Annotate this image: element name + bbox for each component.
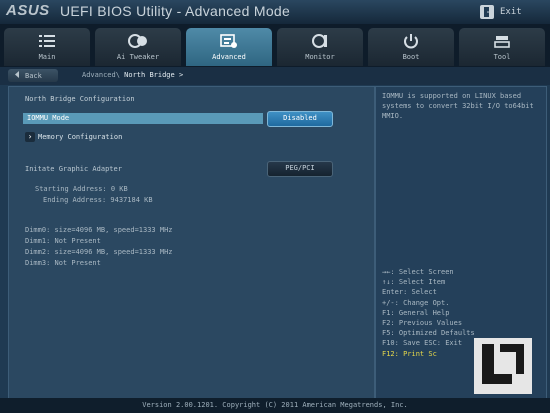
exit-label: Exit — [500, 6, 522, 17]
key-hint-print-screen: F12: Print Sc — [382, 349, 437, 358]
graphic-adapter-label: Initate Graphic Adapter — [25, 165, 122, 173]
chevron-right-icon: › — [25, 132, 35, 142]
advanced-icon — [220, 34, 237, 48]
exit-door-icon — [480, 4, 494, 19]
dimm-info: Dimm0: size=4096 MB, speed=1333 MHz — [25, 226, 173, 234]
breadcrumb-bar: Back Advanced\ North Bridge > — [0, 67, 550, 85]
settings-panel: North Bridge Configuration IOMMU Mode Di… — [8, 86, 375, 399]
asus-logo: ASUS — [6, 2, 50, 19]
back-label: Back — [25, 71, 42, 80]
key-hint: Enter: Select — [382, 288, 437, 297]
back-arrow-icon — [14, 71, 21, 80]
tab-advanced[interactable]: Advanced — [186, 28, 272, 66]
section-title: North Bridge Configuration — [25, 95, 135, 103]
tab-boot-label: Boot — [402, 53, 420, 61]
starting-address: Starting Address: 0 KB — [35, 185, 128, 193]
tab-tool[interactable]: Tool — [459, 28, 545, 66]
dimm-info: Dimm1: Not Present — [25, 237, 101, 245]
dimm-info: Dimm3: Not Present — [25, 259, 101, 267]
title-bar: ASUS UEFI BIOS Utility - Advanced Mode E… — [0, 0, 550, 24]
tab-main[interactable]: Main — [4, 28, 90, 66]
key-hint: F10: Save ESC: Exit — [382, 339, 463, 348]
breadcrumb: Advanced\ North Bridge > — [82, 71, 183, 79]
exit-button[interactable]: Exit — [480, 3, 546, 20]
key-hint: →←: Select Screen — [382, 268, 454, 276]
tab-boot[interactable]: Boot — [368, 28, 454, 66]
breadcrumb-parent[interactable]: Advanced\ — [82, 71, 120, 79]
tab-bar: Main Ai Tweaker Advanced Monitor Boot To… — [0, 24, 550, 67]
window-title: UEFI BIOS Utility - Advanced Mode — [60, 3, 291, 19]
iommu-mode-label: IOMMU Mode — [27, 114, 70, 122]
key-hint: F5: Optimized Defaults — [382, 329, 475, 338]
list-icon — [39, 35, 55, 47]
dimm-info: Dimm2: size=4096 MB, speed=1333 MHz — [25, 248, 173, 256]
tab-main-label: Main — [38, 53, 56, 61]
watermark-logo — [474, 338, 532, 394]
key-legend: →←: Select Screen ↑↓: Select Item Enter:… — [382, 267, 475, 359]
key-hint: F1: General Help — [382, 308, 450, 317]
tab-ai-tweaker[interactable]: Ai Tweaker — [95, 28, 181, 66]
tool-icon — [494, 36, 510, 48]
key-hint: F2: Previous Values — [382, 319, 463, 328]
tab-monitor[interactable]: Monitor — [277, 28, 363, 66]
tab-advanced-label: Advanced — [212, 53, 246, 61]
iommu-mode-select[interactable]: Disabled — [267, 111, 333, 127]
memory-configuration-label: Memory Configuration — [38, 133, 123, 141]
tab-ai-tweaker-label: Ai Tweaker — [116, 53, 160, 61]
breadcrumb-current: North Bridge > — [124, 71, 184, 79]
back-button[interactable]: Back — [8, 69, 58, 82]
memory-configuration-link[interactable]: › Memory Configuration — [25, 132, 122, 142]
ending-address: Ending Address: 9437184 KB — [43, 196, 153, 204]
help-description: IOMMU is supported on LINUX based system… — [382, 92, 534, 120]
power-icon — [404, 34, 418, 49]
key-hint: +/-: Change Opt. — [382, 298, 450, 307]
tab-tool-label: Tool — [493, 53, 511, 61]
version-footer: Version 2.00.1201. Copyright (C) 2011 Am… — [0, 398, 550, 413]
iommu-mode-row[interactable]: IOMMU Mode — [23, 113, 263, 124]
key-hint: ↑↓: Select Item — [382, 278, 446, 287]
tab-monitor-label: Monitor — [305, 53, 335, 61]
graphic-adapter-select[interactable]: PEG/PCI — [267, 161, 333, 177]
ai-tweaker-icon — [128, 34, 147, 48]
monitor-icon — [312, 34, 327, 48]
